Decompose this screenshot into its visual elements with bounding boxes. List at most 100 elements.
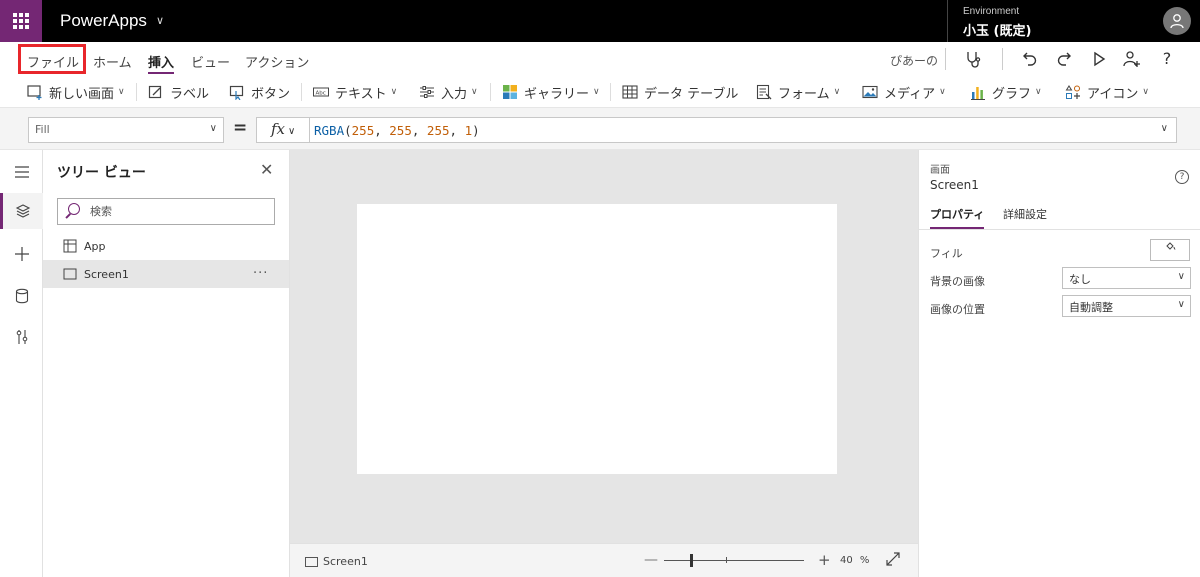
button-insert-button[interactable]: ボタン xyxy=(229,82,290,102)
play-icon[interactable] xyxy=(1089,49,1109,69)
zoom-slider-thumb[interactable] xyxy=(690,554,693,567)
layers-icon[interactable] xyxy=(0,193,43,229)
screen-icon xyxy=(63,268,77,280)
gallery-label: ギャラリー xyxy=(524,86,590,102)
new-screen-button[interactable]: 新しい画面 ∨ xyxy=(27,82,125,102)
chevron-down-icon: ∨ xyxy=(118,87,125,97)
sliders-icon xyxy=(419,84,435,100)
more-options-icon[interactable]: ··· xyxy=(253,266,268,281)
label-text: ラベル xyxy=(170,86,210,102)
avatar[interactable] xyxy=(1163,7,1191,35)
app-launcher-button[interactable] xyxy=(0,0,42,42)
help-icon[interactable]: ? xyxy=(1157,49,1177,69)
hamburger-menu-icon[interactable] xyxy=(0,154,43,190)
tree-item-screen1[interactable]: Screen1 ··· xyxy=(43,260,289,288)
zoom-level: 40 % xyxy=(840,555,869,566)
menu-view[interactable]: ビュー xyxy=(191,52,230,71)
add-icon[interactable] xyxy=(0,236,43,272)
formula-arg-r: 255 xyxy=(351,123,375,138)
menu-home[interactable]: ホーム xyxy=(93,52,132,71)
input-label: 入力 xyxy=(441,86,468,102)
new-screen-label: 新しい画面 xyxy=(49,86,115,102)
current-screen-label: Screen1 xyxy=(323,555,368,568)
menu-action[interactable]: アクション xyxy=(245,52,309,71)
image-position-value: 自動調整 xyxy=(1069,301,1113,314)
media-button[interactable]: メディア ∨ xyxy=(862,82,946,102)
properties-panel: 画面 Screen1 ? プロパティ 詳細設定 フィル 背景の画像 なし ∨ 画… xyxy=(918,150,1200,577)
selected-type: 画面 xyxy=(930,165,950,176)
database-icon[interactable] xyxy=(0,278,43,314)
chevron-down-icon: ∨ xyxy=(1035,87,1042,97)
paint-bucket-icon xyxy=(1166,242,1176,250)
input-button[interactable]: 入力 ∨ xyxy=(419,82,478,102)
svg-text:Abc: Abc xyxy=(316,91,326,97)
fx-icon: fx xyxy=(271,120,286,138)
expand-formula-icon[interactable]: ∨ xyxy=(1161,123,1168,134)
help-icon[interactable]: ? xyxy=(1175,170,1189,184)
undo-icon[interactable] xyxy=(1020,49,1040,69)
tab-properties[interactable]: プロパティ xyxy=(930,206,985,229)
fit-to-window-icon[interactable] xyxy=(886,552,900,570)
formula-arg-g: 255 xyxy=(389,123,412,138)
zoom-slider[interactable] xyxy=(664,560,804,561)
app-name[interactable]: PowerApps xyxy=(60,11,147,31)
divider xyxy=(919,229,1200,230)
form-button[interactable]: フォーム ∨ xyxy=(756,82,840,102)
fx-button[interactable]: fx ∨ xyxy=(256,117,310,143)
app-icon xyxy=(63,239,77,253)
screen-selector[interactable]: Screen1 xyxy=(305,555,368,568)
zoom-out-button[interactable]: — xyxy=(644,552,658,568)
zoom-in-button[interactable]: + xyxy=(818,551,831,569)
formula-separator: , xyxy=(449,123,465,138)
close-icon[interactable]: ✕ xyxy=(260,160,273,179)
data-table-button[interactable]: データ テーブル xyxy=(622,82,738,102)
ribbon-divider xyxy=(610,83,611,101)
formula-bar: Fill ∨ = fx ∨ RGBA(255, 255, 255, 1) ∨ xyxy=(0,107,1200,150)
chevron-down-icon: ∨ xyxy=(209,123,217,134)
background-image-dropdown[interactable]: なし ∨ xyxy=(1062,267,1191,289)
chart-label: グラフ xyxy=(992,86,1032,102)
chevron-down-icon: ∨ xyxy=(390,87,398,97)
advanced-tools-icon[interactable] xyxy=(0,319,43,355)
formula-input[interactable]: RGBA(255, 255, 255, 1) ∨ xyxy=(309,117,1177,143)
formula-separator: , xyxy=(374,123,390,138)
chart-button[interactable]: グラフ ∨ xyxy=(970,82,1042,102)
label-button[interactable]: ラベル xyxy=(148,82,209,102)
chevron-down-icon: ∨ xyxy=(1177,271,1185,282)
formula-function: RGBA xyxy=(314,123,345,138)
chevron-down-icon: ∨ xyxy=(1142,87,1149,97)
label-icon xyxy=(148,84,164,100)
tree-item-app[interactable]: App xyxy=(43,232,289,260)
tab-advanced[interactable]: 詳細設定 xyxy=(1003,206,1047,227)
icons-button[interactable]: アイコン ∨ xyxy=(1065,82,1149,102)
environment-picker[interactable]: Environment 小玉 (既定) xyxy=(947,0,1152,42)
user-icon xyxy=(1170,14,1184,29)
fill-color-picker[interactable] xyxy=(1150,239,1190,261)
property-selector[interactable]: Fill ∨ xyxy=(28,117,224,143)
formula-paren: ( xyxy=(344,123,352,138)
app-checker-icon[interactable] xyxy=(963,49,983,69)
share-user-icon[interactable] xyxy=(1122,49,1142,69)
formula-paren: ) xyxy=(472,123,480,138)
gallery-button[interactable]: ギャラリー ∨ xyxy=(502,82,600,102)
menu-insert[interactable]: 挿入 xyxy=(148,52,175,74)
tree-view-panel: ツリー ビュー ✕ 検索 App Screen1 ··· xyxy=(43,150,290,577)
design-canvas[interactable] xyxy=(290,150,918,543)
text-button[interactable]: Abc テキスト ∨ xyxy=(313,82,397,102)
screen1-canvas[interactable] xyxy=(357,204,837,474)
toolbar-divider xyxy=(1002,48,1003,70)
top-bar: PowerApps ∨ Environment 小玉 (既定) xyxy=(0,0,1200,42)
chevron-down-icon: ∨ xyxy=(833,87,841,97)
environment-label: Environment xyxy=(963,6,1020,17)
redo-icon[interactable] xyxy=(1054,49,1074,69)
table-icon xyxy=(622,84,638,100)
chevron-down-icon[interactable]: ∨ xyxy=(156,14,164,27)
image-position-dropdown[interactable]: 自動調整 ∨ xyxy=(1062,295,1191,317)
button-icon xyxy=(229,84,245,101)
data-table-label: データ テーブル xyxy=(644,86,739,102)
equals-sign: = xyxy=(233,118,248,138)
user-label: ぴあーの xyxy=(890,54,939,68)
tree-search-input[interactable]: 検索 xyxy=(57,198,275,225)
tree-search-placeholder: 検索 xyxy=(90,205,112,218)
screen-icon xyxy=(305,556,318,567)
